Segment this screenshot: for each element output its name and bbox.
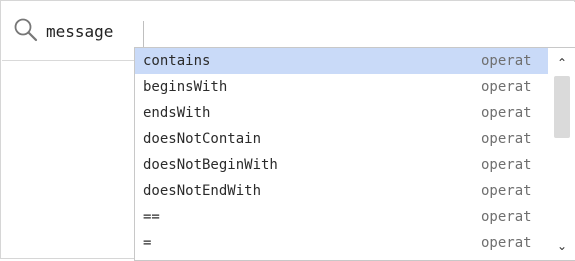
autocomplete-dropdown: contains operat beginsWith operat endsWi… (134, 47, 575, 261)
text-caret (143, 21, 144, 47)
autocomplete-item-label: == (143, 209, 160, 225)
autocomplete-item[interactable]: == operat (135, 204, 548, 230)
autocomplete-item-kind: operat (481, 79, 532, 95)
autocomplete-item-label: doesNotEndWith (143, 183, 262, 199)
search-input[interactable] (46, 23, 130, 41)
autocomplete-item-kind: operat (481, 209, 532, 225)
autocomplete-item-label: endsWith (143, 105, 211, 121)
autocomplete-item[interactable]: endsWith operat (135, 100, 548, 126)
autocomplete-item[interactable]: beginsWith operat (135, 74, 548, 100)
autocomplete-item[interactable]: doesNotBeginWith operat (135, 152, 548, 178)
autocomplete-item-label: contains (143, 53, 211, 69)
autocomplete-item[interactable]: contains operat (135, 48, 548, 74)
autocomplete-item[interactable]: doesNotContain operat (135, 126, 548, 152)
chevron-down-icon[interactable]: ⌄ (553, 237, 571, 255)
autocomplete-list: contains operat beginsWith operat endsWi… (135, 48, 548, 260)
window-frame: contains operat beginsWith operat endsWi… (0, 0, 575, 261)
chevron-up-icon[interactable]: ⌃ (553, 54, 571, 72)
scrollbar-thumb[interactable] (554, 76, 570, 138)
autocomplete-item-kind: operat (481, 235, 532, 251)
autocomplete-item-label: doesNotContain (143, 131, 262, 147)
autocomplete-item-label: = (143, 235, 152, 251)
search-icon (14, 18, 38, 42)
autocomplete-item-label: doesNotBeginWith (143, 157, 278, 173)
dropdown-scrollbar[interactable]: ⌃ ⌄ (549, 48, 575, 260)
autocomplete-item-kind: operat (481, 131, 532, 147)
autocomplete-item-label: beginsWith (143, 79, 228, 95)
autocomplete-item-kind: operat (481, 183, 532, 199)
autocomplete-item-kind: operat (481, 157, 532, 173)
search-query[interactable] (46, 23, 130, 41)
autocomplete-item[interactable]: = operat (135, 230, 548, 256)
autocomplete-item-kind: operat (481, 53, 532, 69)
autocomplete-item[interactable]: doesNotEndWith operat (135, 178, 548, 204)
autocomplete-item-kind: operat (481, 105, 532, 121)
